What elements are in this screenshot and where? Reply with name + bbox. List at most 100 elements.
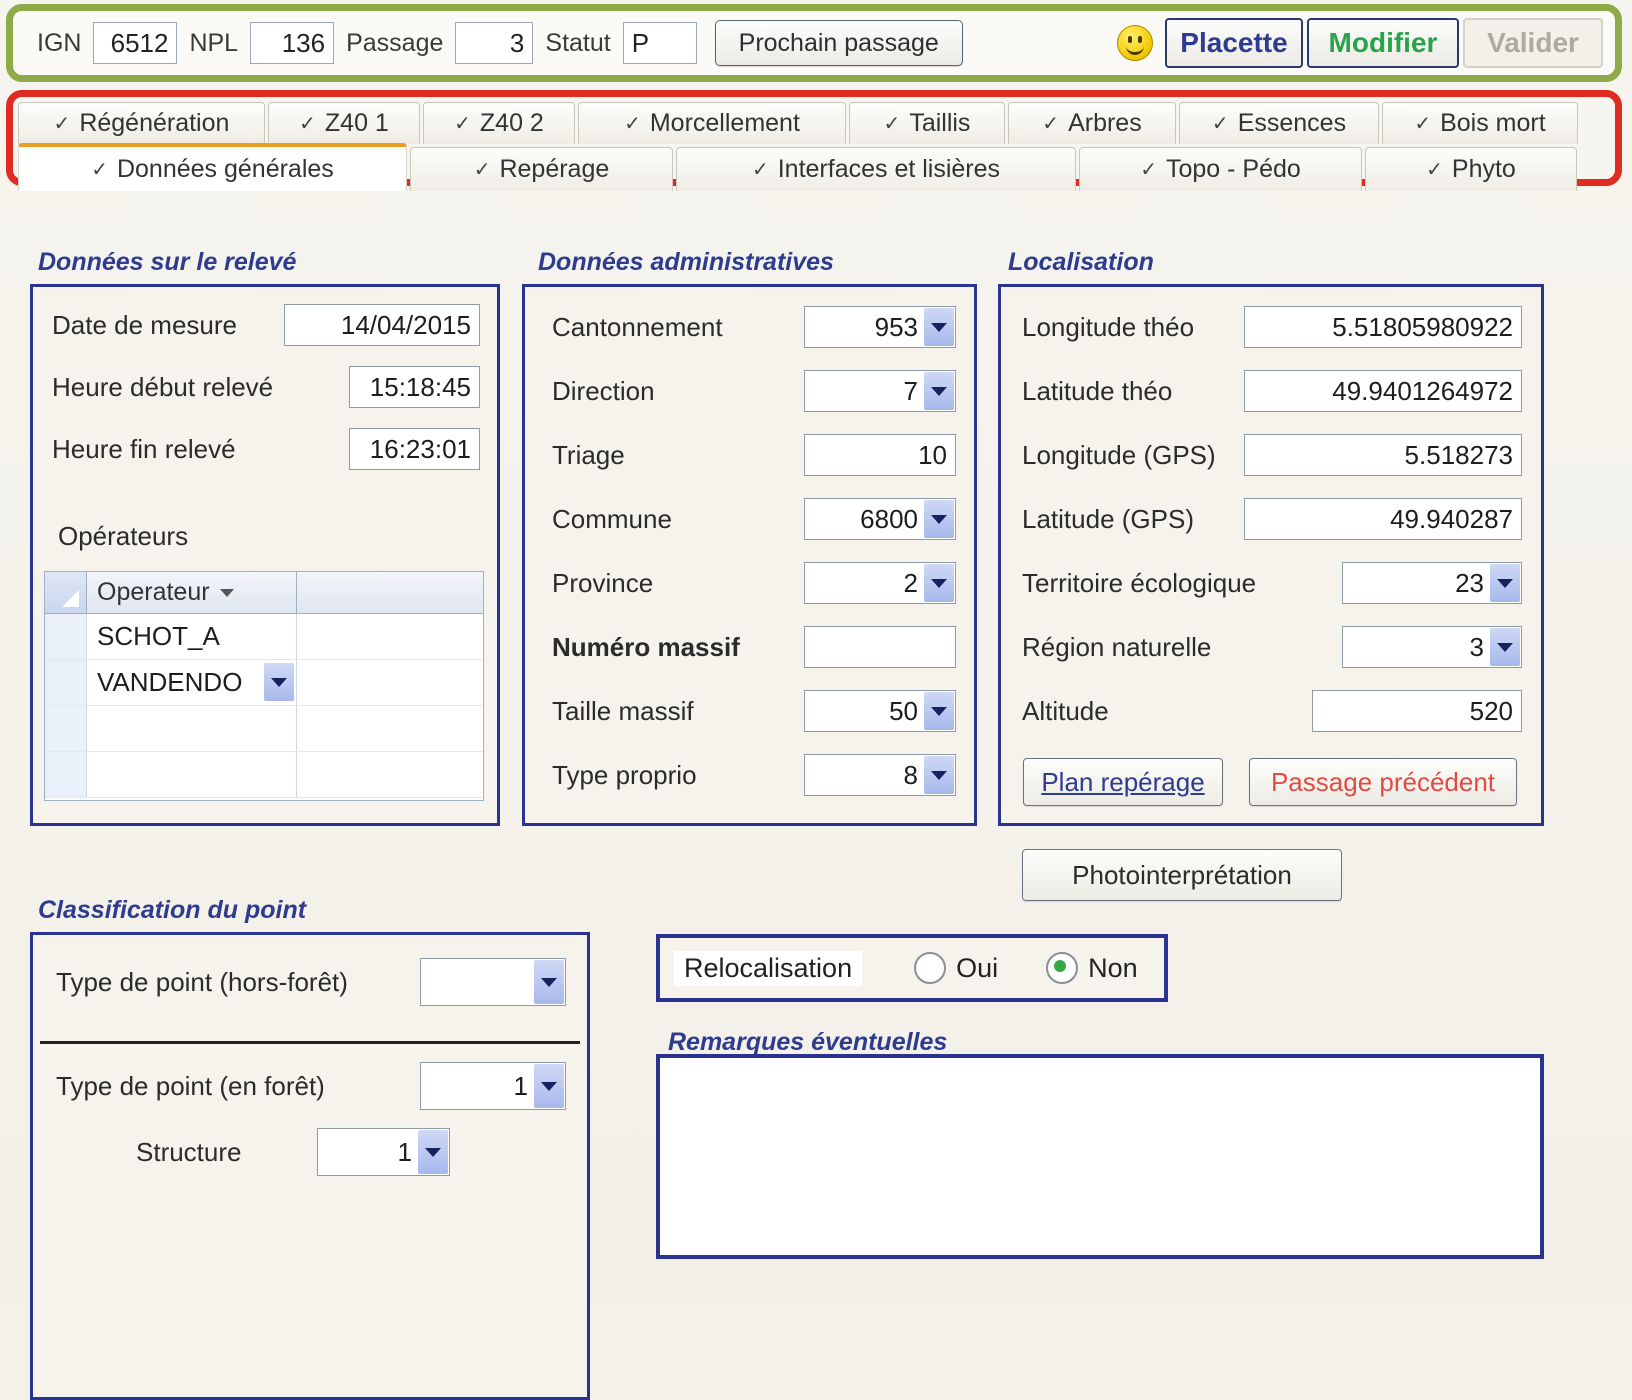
taille-massif-select[interactable]: 50 [804,690,956,732]
tab-row-secondary: ✓ Données générales ✓ Repérage ✓ Interfa… [13,143,1615,191]
heure-debut-input[interactable]: 15:18:45 [349,366,480,408]
triage-input[interactable]: 10 [804,434,956,476]
latitude-gps-input[interactable]: 49.940287 [1244,498,1522,540]
territoire-ecologique-select[interactable]: 23 [1342,562,1522,604]
table-row[interactable]: SCHOT_A [45,614,483,660]
tab-z40-1[interactable]: ✓ Z40 1 [268,102,420,144]
tab-bois-mort[interactable]: ✓ Bois mort [1382,102,1578,144]
relocalisation-non-option[interactable]: Non [1046,952,1138,984]
npl-input[interactable]: 136 [250,22,335,64]
province-label: Province [552,567,654,598]
tab-label: Repérage [499,155,610,183]
chevron-down-icon[interactable] [924,564,954,602]
tab-label: Arbres [1068,109,1142,137]
remarques-textarea[interactable] [656,1054,1544,1259]
passage-precedent-button[interactable]: Passage précédent [1249,758,1517,806]
operators-column-header[interactable]: Operateur [87,572,297,613]
direction-value: 7 [903,375,918,406]
operator-cell[interactable] [87,706,297,751]
cantonnement-select[interactable]: 953 [804,306,956,348]
plan-reperage-button[interactable]: Plan repérage [1023,758,1223,806]
next-passage-button[interactable]: Prochain passage [714,20,963,66]
direction-select[interactable]: 7 [804,370,956,412]
radio-non[interactable] [1046,952,1079,984]
radio-oui[interactable] [914,952,947,984]
chevron-down-icon[interactable] [534,960,564,1004]
passage-input[interactable]: 3 [455,22,534,64]
longitude-theo-input[interactable]: 5.51805980922 [1244,306,1522,348]
date-mesure-label: Date de mesure [52,309,237,340]
latitude-theo-label: Latitude théo [1022,375,1173,406]
altitude-input[interactable]: 520 [1312,690,1522,732]
date-mesure-input[interactable]: 14/04/2015 [284,304,480,346]
statut-input[interactable]: P [622,22,697,64]
type-point-en-foret-value: 1 [513,1070,528,1101]
region-naturelle-select[interactable]: 3 [1342,626,1522,668]
type-proprio-select[interactable]: 8 [804,754,956,796]
tab-reperage[interactable]: ✓ Repérage [410,147,673,191]
photointerpretation-button[interactable]: Photointerprétation [1022,849,1342,901]
row-filler [297,706,483,751]
heure-fin-input[interactable]: 16:23:01 [349,428,480,470]
tab-taillis[interactable]: ✓ Taillis [849,102,1005,144]
chevron-down-icon[interactable] [219,588,234,597]
longitude-theo-label: Longitude théo [1022,311,1195,342]
tab-row-primary: ✓ Régénération ✓ Z40 1 ✓ Z40 2 ✓ Morcell… [13,97,1615,144]
ign-label: IGN [37,28,82,57]
select-all-corner-icon[interactable] [45,572,87,613]
chevron-down-icon[interactable] [418,1130,448,1174]
structure-select[interactable]: 1 [317,1128,450,1176]
chevron-down-icon[interactable] [534,1064,564,1108]
row-selector[interactable] [45,614,87,659]
chevron-down-icon[interactable] [1490,564,1520,602]
tab-morcellement[interactable]: ✓ Morcellement [578,102,846,144]
chevron-down-icon[interactable] [1490,628,1520,666]
type-point-en-foret-select[interactable]: 1 [420,1062,566,1110]
tab-topo-pedo[interactable]: ✓ Topo - Pédo [1079,147,1362,191]
relocalisation-oui-option[interactable]: Oui [914,952,998,984]
tab-donnees-generales[interactable]: ✓ Données générales [18,143,407,191]
check-icon: ✓ [91,158,108,181]
row-selector[interactable] [45,660,87,705]
territoire-ecologique-label: Territoire écologique [1022,567,1257,598]
province-select[interactable]: 2 [804,562,956,604]
tab-interfaces-lisieres[interactable]: ✓ Interfaces et lisières [676,147,1076,191]
taille-massif-label: Taille massif [552,695,694,726]
operator-cell[interactable] [87,752,297,797]
table-row[interactable]: VANDENDO [45,660,483,706]
cantonnement-value: 953 [874,311,918,342]
placette-button[interactable]: Placette [1165,18,1303,68]
tab-arbres[interactable]: ✓ Arbres [1008,102,1176,144]
operator-cell[interactable]: VANDENDO [87,660,297,705]
tab-essences[interactable]: ✓ Essences [1179,102,1379,144]
row-selector[interactable] [45,752,87,797]
operator-cell[interactable]: SCHOT_A [87,614,297,659]
chevron-down-icon[interactable] [924,756,954,794]
latitude-theo-input[interactable]: 49.9401264972 [1244,370,1522,412]
type-point-hors-foret-select[interactable] [420,958,566,1006]
tab-label: Interfaces et lisières [777,155,1001,183]
ign-input[interactable]: 6512 [93,22,178,64]
tab-z40-2[interactable]: ✓ Z40 2 [423,102,575,144]
chevron-down-icon[interactable] [264,663,294,701]
tab-phyto[interactable]: ✓ Phyto [1365,147,1577,191]
npl-label: NPL [189,28,239,57]
operators-grid[interactable]: Operateur SCHOT_A VANDENDO [44,571,484,801]
table-row[interactable] [45,706,483,752]
row-selector[interactable] [45,706,87,751]
table-row[interactable] [45,752,483,798]
chevron-down-icon[interactable] [924,692,954,730]
chevron-down-icon[interactable] [924,308,954,346]
latitude-gps-label: Latitude (GPS) [1022,503,1194,534]
chevron-down-icon[interactable] [924,500,954,538]
tab-regeneration[interactable]: ✓ Régénération [18,102,265,144]
commune-select[interactable]: 6800 [804,498,956,540]
modifier-button[interactable]: Modifier [1307,18,1459,68]
administratives-section-title: Données administratives [538,248,834,276]
valider-button: Valider [1463,18,1603,68]
numero-massif-input[interactable] [804,626,956,668]
tabs-highlight-box: ✓ Régénération ✓ Z40 1 ✓ Z40 2 ✓ Morcell… [6,90,1622,191]
chevron-down-icon[interactable] [924,372,954,410]
longitude-gps-input[interactable]: 5.518273 [1244,434,1522,476]
tab-label: Bois mort [1440,109,1546,137]
